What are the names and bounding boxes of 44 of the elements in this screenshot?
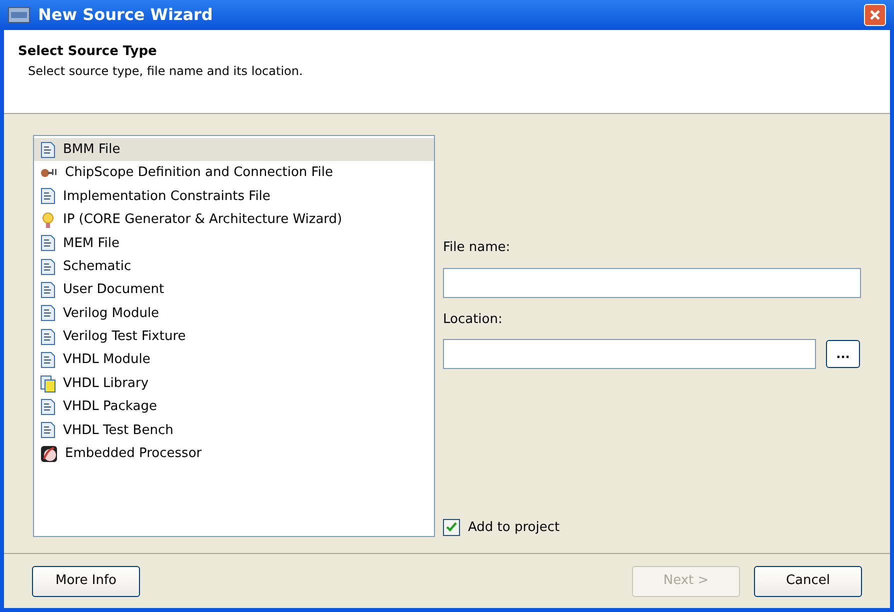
dialog-button[interactable]: Cancel bbox=[754, 566, 862, 596]
field-label: Location: bbox=[443, 310, 504, 328]
list-item[interactable]: VHDL Test Bench bbox=[34, 418, 434, 442]
dialog-button[interactable]: More Info bbox=[32, 566, 140, 596]
location-field[interactable] bbox=[443, 339, 816, 369]
field-label: File name: bbox=[443, 239, 512, 257]
window-title: New Source Wizard bbox=[38, 4, 214, 26]
list-item[interactable]: BMM File bbox=[34, 138, 434, 162]
file-name-field[interactable] bbox=[443, 268, 861, 298]
close-button[interactable] bbox=[864, 4, 886, 26]
file-icon bbox=[40, 258, 56, 276]
file-icon bbox=[40, 234, 56, 252]
header-subtitle: Select source type, file name and its location. bbox=[27, 62, 304, 80]
checkbox-label: Add to project bbox=[468, 518, 560, 536]
close-icon bbox=[869, 9, 881, 21]
list-item[interactable]: User Document bbox=[34, 278, 434, 302]
probe-icon bbox=[40, 167, 58, 180]
file-icon bbox=[40, 328, 56, 346]
list-item[interactable]: MEM File bbox=[34, 232, 434, 255]
file-icon bbox=[40, 187, 56, 206]
file-icon bbox=[40, 140, 56, 159]
browse-button[interactable]: ... bbox=[826, 340, 860, 368]
header-title: Select Source Type bbox=[18, 43, 158, 61]
list-item[interactable]: VHDL Module bbox=[34, 348, 434, 372]
list-item[interactable]: VHDL Package bbox=[34, 395, 434, 419]
list-item[interactable]: Embedded Processor bbox=[34, 442, 434, 466]
lightbulb-icon bbox=[40, 210, 56, 229]
list-item[interactable]: IP (CORE Generator & Architecture Wizard) bbox=[34, 208, 434, 232]
file-icon bbox=[40, 304, 56, 322]
checkbox[interactable] bbox=[443, 518, 460, 536]
file-icon bbox=[40, 281, 56, 300]
list-item[interactable]: Schematic bbox=[34, 254, 434, 278]
processor-icon bbox=[40, 444, 58, 463]
checkmark-icon bbox=[446, 522, 457, 532]
file-icon bbox=[40, 421, 56, 440]
library-icon bbox=[40, 374, 56, 393]
file-icon bbox=[40, 351, 56, 370]
list-item[interactable]: VHDL Library bbox=[34, 372, 434, 396]
list-item[interactable]: Verilog Module bbox=[34, 302, 434, 326]
list-item[interactable]: ChipScope Definition and Connection File bbox=[34, 161, 434, 185]
list-item[interactable]: Verilog Test Fixture bbox=[34, 325, 434, 349]
file-icon bbox=[40, 398, 56, 416]
list-item[interactable]: Implementation Constraints File bbox=[34, 184, 434, 208]
app-icon bbox=[8, 7, 30, 23]
